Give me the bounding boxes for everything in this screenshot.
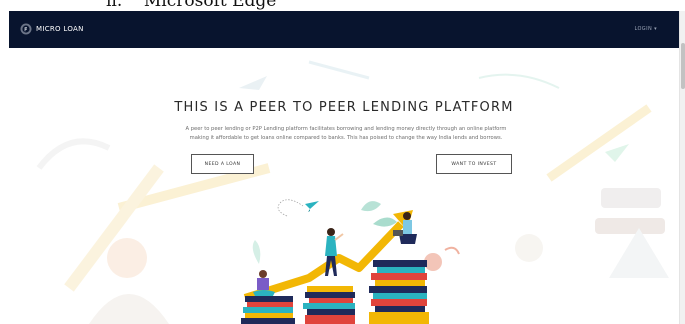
- lending-illustration: [241, 199, 460, 324]
- top-navbar: MICRO LOAN LOGIN ▾: [9, 11, 679, 48]
- paper-plane-icon: [277, 199, 319, 217]
- browser-screenshot: ii. Microsoft Edge MICRO LOAN LOGIN ▾ TH…: [0, 0, 685, 324]
- scrollbar-thumb[interactable]: [681, 43, 685, 89]
- brand[interactable]: MICRO LOAN: [20, 23, 84, 35]
- doc-list-item: ii. Microsoft Edge: [106, 0, 277, 11]
- book-stack-right: [369, 260, 429, 324]
- document-text-fragment: ii. Microsoft Edge: [0, 0, 685, 11]
- person-sitting-left: [253, 270, 275, 296]
- hero-section: THIS IS A PEER TO PEER LENDING PLATFORM …: [9, 48, 679, 324]
- coin-logo-icon: [20, 23, 32, 35]
- login-menu[interactable]: LOGIN ▾: [634, 26, 657, 32]
- book-stack-left: [241, 296, 295, 324]
- book-stack-middle: [303, 286, 355, 324]
- brand-name: MICRO LOAN: [36, 25, 84, 33]
- vertical-scrollbar[interactable]: [679, 11, 685, 324]
- person-standing-middle: [325, 228, 344, 276]
